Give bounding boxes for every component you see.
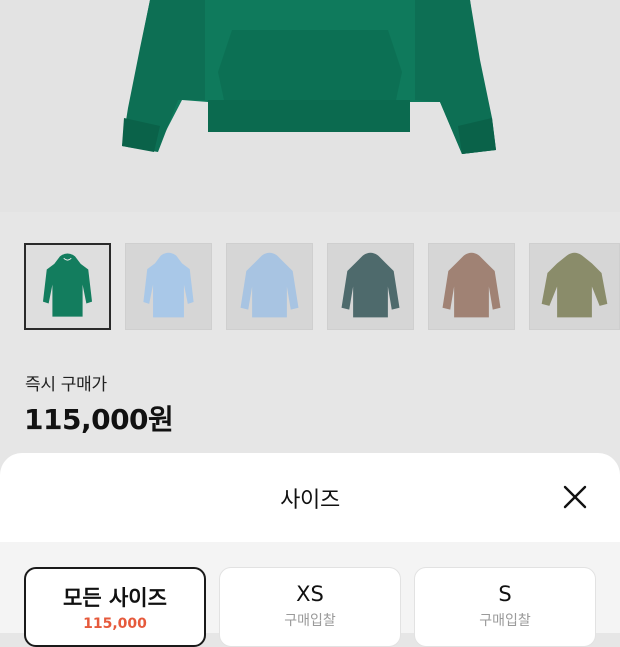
close-button[interactable] <box>561 483 589 511</box>
hoodie-icon <box>143 252 194 318</box>
size-option-price: 115,000 <box>83 616 147 632</box>
hoodie-icon <box>442 252 501 318</box>
size-option-label: XS <box>296 582 324 606</box>
size-bottom-sheet: 사이즈 모든 사이즈 115,000 XS 구매입찰 S 구매입찰 <box>0 453 620 647</box>
hoodie-icon <box>42 253 93 317</box>
size-options: 모든 사이즈 115,000 XS 구매입찰 S 구매입찰 <box>0 542 620 647</box>
size-option-s[interactable]: S 구매입찰 <box>414 567 596 647</box>
thumbnail-sky-blue-hoodie[interactable] <box>226 243 313 330</box>
sheet-title: 사이즈 <box>280 488 340 513</box>
size-option-label: 모든 사이즈 <box>63 586 167 610</box>
instant-buy-price-label: 즉시 구매가 <box>25 375 107 395</box>
size-option-status: 구매입찰 <box>284 613 336 629</box>
size-option-xs[interactable]: XS 구매입찰 <box>219 567 401 647</box>
size-option-all[interactable]: 모든 사이즈 115,000 <box>24 567 206 647</box>
hoodie-icon <box>240 252 299 318</box>
close-icon <box>563 485 587 509</box>
thumbnail-mauve-hoodie[interactable] <box>428 243 515 330</box>
thumbnail-slate-hoodie[interactable] <box>327 243 414 330</box>
thumbnail-olive-hoodie[interactable] <box>529 243 620 330</box>
size-option-label: S <box>498 582 512 606</box>
thumbnail-strip <box>0 212 620 352</box>
thumbnail-light-blue-hoodie[interactable] <box>125 243 212 330</box>
hoodie-icon <box>341 252 400 318</box>
green-hoodie-image <box>122 0 496 154</box>
size-option-status: 구매입찰 <box>479 613 531 629</box>
thumbnail-green-hoodie[interactable] <box>24 243 111 330</box>
instant-buy-price: 115,000원 <box>24 403 174 436</box>
hoodie-icon <box>541 252 608 318</box>
product-main-image <box>0 0 620 212</box>
